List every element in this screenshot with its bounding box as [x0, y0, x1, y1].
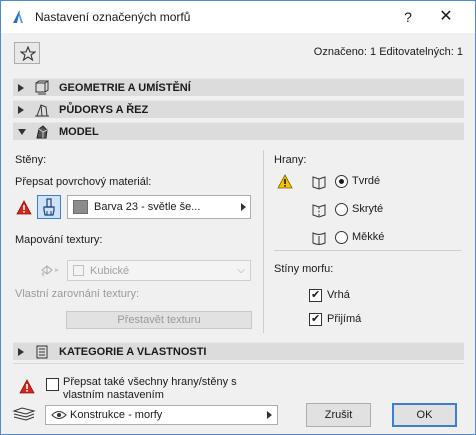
chevron-down-icon: ⌵	[237, 265, 245, 276]
walls-label: Stěny:	[15, 154, 47, 166]
section-label: PŮDORYS A ŘEZ	[59, 104, 149, 116]
material-swatch	[73, 200, 88, 214]
hidden-edges-icon	[312, 204, 326, 218]
override-material-toggle[interactable]	[37, 195, 61, 219]
eye-icon	[51, 411, 67, 419]
receive-shadows-checkbox[interactable]	[309, 312, 322, 326]
edge-hidden-radio[interactable]	[335, 203, 348, 216]
section-label: KATEGORIE A VLASTNOSTI	[59, 346, 207, 358]
collapse-triangle-icon	[18, 129, 26, 135]
chevron-right-icon	[241, 203, 246, 211]
hard-edges-icon	[312, 176, 326, 190]
title-bar: Nastavení označených morfů ? ✕	[1, 1, 475, 33]
shadows-label: Stíny morfu:	[274, 263, 334, 275]
edges-label: Hrany:	[274, 154, 307, 166]
paint-brush-icon	[43, 198, 55, 216]
column-divider	[263, 150, 264, 333]
surface-material-select[interactable]: Barva 23 - světle še...	[67, 195, 251, 219]
expand-triangle-icon	[18, 84, 24, 92]
error-icon	[19, 379, 35, 394]
window-title: Nastavení označených morfů	[35, 10, 191, 24]
layer-select[interactable]: Konstrukce - morfy	[45, 405, 278, 425]
section-categories[interactable]: KATEGORIE A VLASTNOSTI	[13, 342, 464, 360]
properties-list-icon	[36, 345, 48, 359]
expand-triangle-icon	[18, 348, 24, 356]
custom-alignment-label: Vlastní zarovnání textury:	[15, 288, 140, 300]
expand-triangle-icon	[18, 106, 24, 114]
layer-value: Konstrukce - morfy	[70, 409, 163, 421]
section-model[interactable]: MODEL	[13, 122, 464, 140]
override-all-edges-label-line1: Přepsat také všechny hrany/stěny s	[63, 376, 237, 388]
soft-edges-icon	[312, 232, 326, 245]
edge-soft-label: Měkké	[352, 231, 385, 243]
favorites-button[interactable]	[14, 42, 40, 64]
floorplan-section-icon	[35, 104, 49, 117]
archicad-app-icon	[13, 11, 23, 23]
model-morph-icon	[36, 125, 48, 139]
star-icon	[20, 46, 36, 61]
close-button[interactable]: ✕	[431, 5, 461, 29]
section-geometry[interactable]: GEOMETRIE A UMÍSTĚNÍ	[13, 78, 464, 96]
rebuild-texture-button[interactable]: Přestavět texturu	[66, 311, 252, 329]
selected-count: Označeno: 1 Editovatelných: 1	[313, 46, 463, 58]
cast-shadows-checkbox[interactable]	[309, 288, 322, 302]
footer-divider	[13, 363, 464, 364]
cancel-button[interactable]: Zrušit	[306, 403, 371, 427]
help-button[interactable]: ?	[393, 5, 423, 29]
texture-mapping-label: Mapování textury:	[15, 234, 103, 246]
override-all-edges-checkbox[interactable]	[46, 378, 59, 391]
override-all-edges-label-line2: vlastním nastavením	[63, 389, 164, 401]
settings-dialog: Nastavení označených morfů ? ✕ Označeno:…	[0, 0, 476, 435]
receive-shadows-label: Přijímá	[327, 313, 362, 325]
cube-icon	[73, 265, 84, 276]
chevron-right-icon	[267, 411, 272, 419]
cast-shadows-label: Vrhá	[327, 289, 350, 301]
texture-mapping-value: Kubické	[90, 265, 130, 277]
section-label: GEOMETRIE A UMÍSTĚNÍ	[59, 82, 191, 94]
section-label: MODEL	[59, 126, 99, 138]
ok-button[interactable]: OK	[392, 403, 457, 427]
error-icon	[16, 200, 32, 215]
warning-icon	[277, 174, 293, 189]
layers-icon	[12, 407, 36, 421]
edge-soft-radio[interactable]	[335, 231, 348, 244]
material-value: Barva 23 - světle še...	[94, 201, 201, 213]
edge-hard-radio[interactable]	[335, 175, 348, 188]
edge-hidden-label: Skryté	[352, 203, 384, 215]
edge-hard-label: Tvrdé	[352, 175, 381, 187]
geometry-icon	[35, 80, 49, 95]
edges-shadows-divider	[274, 250, 461, 251]
section-floorplan[interactable]: PŮDORYS A ŘEZ	[13, 100, 464, 118]
texture-mapping-icon	[41, 265, 59, 277]
texture-mapping-select[interactable]: Kubické ⌵	[67, 260, 251, 281]
override-material-label: Přepsat povrchový materiál:	[15, 176, 152, 188]
